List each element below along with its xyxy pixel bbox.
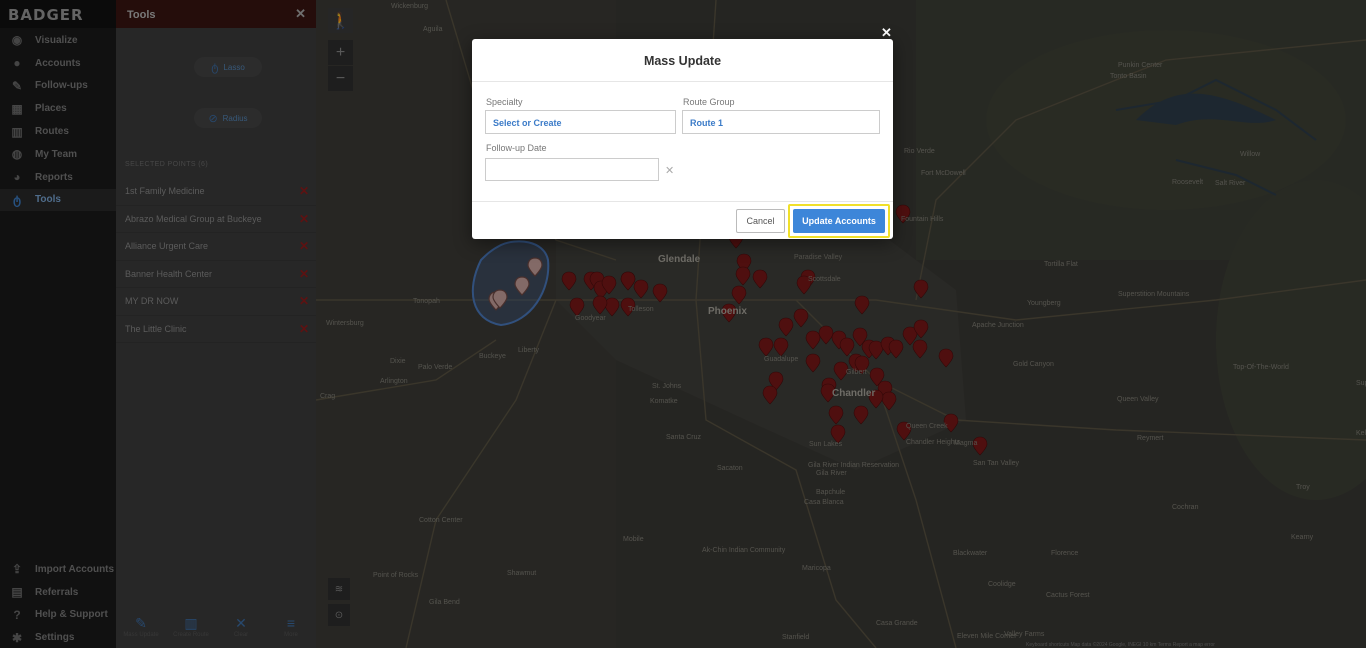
followup-date-label: Follow-up Date (486, 143, 547, 153)
update-accounts-button[interactable]: Update Accounts (793, 209, 885, 233)
specialty-select[interactable]: Select or Create (485, 110, 676, 134)
dialog-footer (472, 201, 893, 202)
update-highlight: Update Accounts (788, 204, 890, 238)
followup-date-input[interactable] (485, 158, 659, 181)
cancel-button[interactable]: Cancel (736, 209, 785, 233)
route-group-select[interactable]: Route 1 (682, 110, 880, 134)
mass-update-dialog: Mass Update Specialty Select or Create R… (472, 39, 893, 239)
clear-date-icon[interactable]: ✕ (665, 164, 674, 177)
dialog-title: Mass Update (472, 39, 893, 82)
route-group-label: Route Group (683, 97, 735, 107)
specialty-label: Specialty (486, 97, 523, 107)
